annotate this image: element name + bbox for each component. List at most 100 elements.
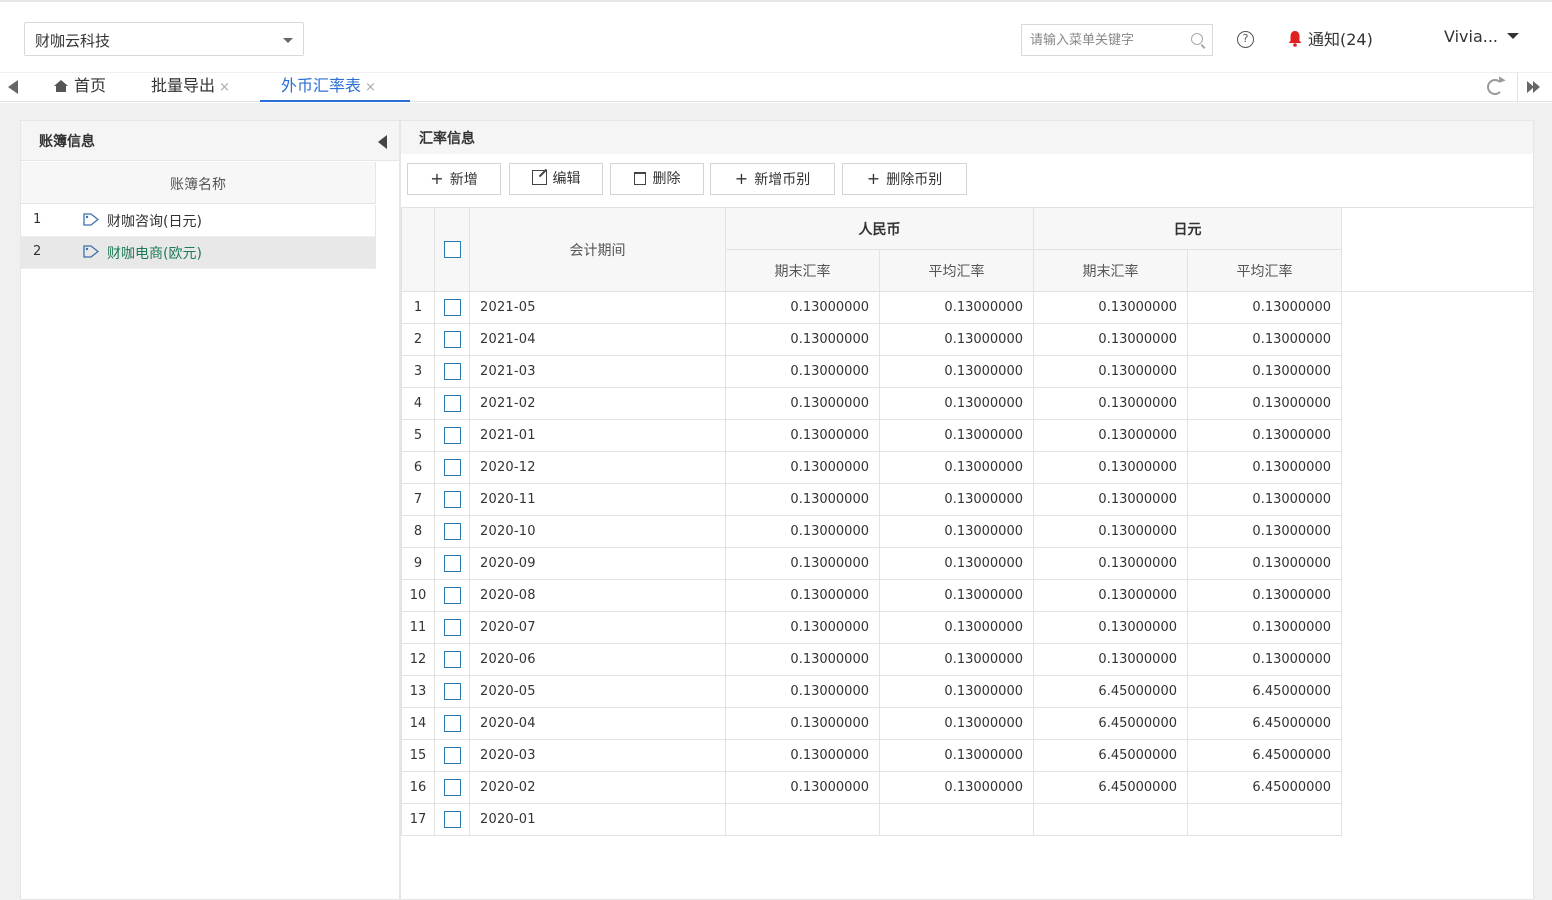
jpy-end-rate-cell[interactable]: 0.13000000 xyxy=(1033,323,1188,356)
table-row[interactable]: 16 2020-02 0.13000000 0.13000000 6.45000000 6… xyxy=(401,771,1342,804)
period-cell[interactable]: 2021-05 xyxy=(469,291,726,324)
table-row[interactable]: 12 2020-06 0.13000000 0.13000000 0.13000000 0… xyxy=(401,643,1342,676)
table-row[interactable]: 14 2020-04 0.13000000 0.13000000 6.45000000 6… xyxy=(401,707,1342,740)
cny-avg-rate-cell[interactable] xyxy=(879,803,1034,836)
table-row[interactable]: 11 2020-07 0.13000000 0.13000000 0.13000000 0… xyxy=(401,611,1342,644)
table-row[interactable]: 4 2021-02 0.13000000 0.13000000 0.13000000 0.… xyxy=(401,387,1342,420)
row-checkbox[interactable] xyxy=(443,555,461,572)
ledger-item[interactable]: 2 财咖电商(欧元) xyxy=(21,237,376,269)
row-checkbox[interactable] xyxy=(443,683,461,700)
jpy-avg-rate-cell[interactable]: 0.13000000 xyxy=(1187,291,1342,324)
row-number[interactable]: 9 xyxy=(401,547,435,580)
cny-avg-rate-cell[interactable]: 0.13000000 xyxy=(879,323,1034,356)
row-number[interactable]: 4 xyxy=(401,387,435,420)
row-number[interactable]: 16 xyxy=(401,771,435,804)
tab-batch-export[interactable]: 批量导出 × xyxy=(151,73,230,102)
period-cell[interactable]: 2021-03 xyxy=(469,355,726,388)
jpy-end-rate-cell[interactable]: 6.45000000 xyxy=(1033,771,1188,804)
jpy-end-rate-cell[interactable]: 0.13000000 xyxy=(1033,611,1188,644)
row-number[interactable]: 1 xyxy=(401,291,435,324)
jpy-end-rate-cell[interactable]: 0.13000000 xyxy=(1033,483,1188,516)
table-row[interactable]: 3 2021-03 0.13000000 0.13000000 0.13000000 0.… xyxy=(401,355,1342,388)
jpy-avg-rate-cell[interactable]: 0.13000000 xyxy=(1187,611,1342,644)
column-header-period[interactable]: 会计期间 xyxy=(469,207,726,292)
user-menu[interactable]: Vivia... xyxy=(1444,27,1520,46)
row-number[interactable]: 5 xyxy=(401,419,435,452)
jpy-end-rate-cell[interactable]: 0.13000000 xyxy=(1033,451,1188,484)
row-number[interactable]: 3 xyxy=(401,355,435,388)
jpy-avg-rate-cell[interactable]: 6.45000000 xyxy=(1187,771,1342,804)
cny-end-rate-cell[interactable]: 0.13000000 xyxy=(725,515,880,548)
period-cell[interactable]: 2021-01 xyxy=(469,419,726,452)
row-checkbox[interactable] xyxy=(443,427,461,444)
delete-button[interactable]: 删除 xyxy=(610,163,704,195)
select-all-checkbox[interactable] xyxy=(443,241,461,258)
row-checkbox[interactable] xyxy=(443,299,461,316)
cny-end-rate-cell[interactable]: 0.13000000 xyxy=(725,707,880,740)
jpy-avg-rate-cell[interactable]: 0.13000000 xyxy=(1187,355,1342,388)
row-checkbox[interactable] xyxy=(443,523,461,540)
cny-end-rate-cell[interactable]: 0.13000000 xyxy=(725,611,880,644)
jpy-end-rate-cell[interactable]: 0.13000000 xyxy=(1033,419,1188,452)
cny-end-rate-cell[interactable]: 0.13000000 xyxy=(725,739,880,772)
cny-end-rate-cell[interactable]: 0.13000000 xyxy=(725,579,880,612)
row-checkbox[interactable] xyxy=(443,587,461,604)
jpy-end-rate-cell[interactable]: 6.45000000 xyxy=(1033,675,1188,708)
refresh-icon[interactable] xyxy=(1487,79,1503,95)
period-cell[interactable]: 2020-06 xyxy=(469,643,726,676)
search-input[interactable] xyxy=(1022,25,1182,55)
row-number[interactable]: 10 xyxy=(401,579,435,612)
table-row[interactable]: 15 2020-03 0.13000000 0.13000000 6.45000000 6… xyxy=(401,739,1342,772)
row-number[interactable]: 14 xyxy=(401,707,435,740)
cny-end-rate-cell[interactable]: 0.13000000 xyxy=(725,771,880,804)
edit-button[interactable]: 编辑 xyxy=(509,163,603,195)
row-checkbox[interactable] xyxy=(443,651,461,668)
cny-avg-rate-cell[interactable]: 0.13000000 xyxy=(879,547,1034,580)
period-cell[interactable]: 2020-09 xyxy=(469,547,726,580)
cny-avg-rate-cell[interactable]: 0.13000000 xyxy=(879,387,1034,420)
jpy-avg-rate-cell[interactable]: 0.13000000 xyxy=(1187,643,1342,676)
tab-next-icon[interactable] xyxy=(1527,81,1543,93)
period-cell[interactable]: 2020-08 xyxy=(469,579,726,612)
add-currency-button[interactable]: + 新增币别 xyxy=(710,163,835,195)
column-header-cny-end-rate[interactable]: 期末汇率 xyxy=(725,249,880,292)
period-cell[interactable]: 2020-10 xyxy=(469,515,726,548)
tab-home[interactable]: 首页 xyxy=(54,73,106,102)
period-cell[interactable]: 2020-03 xyxy=(469,739,726,772)
jpy-avg-rate-cell[interactable]: 0.13000000 xyxy=(1187,419,1342,452)
period-cell[interactable]: 2020-11 xyxy=(469,483,726,516)
jpy-end-rate-cell[interactable]: 0.13000000 xyxy=(1033,291,1188,324)
row-checkbox[interactable] xyxy=(443,779,461,796)
jpy-avg-rate-cell[interactable]: 0.13000000 xyxy=(1187,579,1342,612)
cny-end-rate-cell[interactable]: 0.13000000 xyxy=(725,547,880,580)
row-checkbox[interactable] xyxy=(443,395,461,412)
table-row[interactable]: 13 2020-05 0.13000000 0.13000000 6.45000000 6… xyxy=(401,675,1342,708)
row-number[interactable]: 17 xyxy=(401,803,435,836)
column-header-jpy-avg-rate[interactable]: 平均汇率 xyxy=(1187,249,1342,292)
row-checkbox[interactable] xyxy=(443,811,461,828)
jpy-end-rate-cell[interactable]: 6.45000000 xyxy=(1033,707,1188,740)
row-number[interactable]: 7 xyxy=(401,483,435,516)
table-row[interactable]: 17 2020-01 xyxy=(401,803,1342,836)
tab-exchange-rate[interactable]: 外币汇率表 × xyxy=(260,73,410,102)
period-cell[interactable]: 2020-04 xyxy=(469,707,726,740)
jpy-avg-rate-cell[interactable] xyxy=(1187,803,1342,836)
jpy-avg-rate-cell[interactable]: 6.45000000 xyxy=(1187,707,1342,740)
cny-end-rate-cell[interactable]: 0.13000000 xyxy=(725,291,880,324)
jpy-avg-rate-cell[interactable]: 0.13000000 xyxy=(1187,515,1342,548)
period-cell[interactable]: 2020-07 xyxy=(469,611,726,644)
jpy-avg-rate-cell[interactable]: 0.13000000 xyxy=(1187,547,1342,580)
jpy-end-rate-cell[interactable]: 0.13000000 xyxy=(1033,355,1188,388)
jpy-avg-rate-cell[interactable]: 0.13000000 xyxy=(1187,483,1342,516)
row-checkbox[interactable] xyxy=(443,491,461,508)
cny-avg-rate-cell[interactable]: 0.13000000 xyxy=(879,771,1034,804)
cny-avg-rate-cell[interactable]: 0.13000000 xyxy=(879,579,1034,612)
cny-avg-rate-cell[interactable]: 0.13000000 xyxy=(879,707,1034,740)
close-icon[interactable]: × xyxy=(365,80,376,95)
row-checkbox[interactable] xyxy=(443,619,461,636)
jpy-avg-rate-cell[interactable]: 6.45000000 xyxy=(1187,675,1342,708)
row-number[interactable]: 11 xyxy=(401,611,435,644)
period-cell[interactable]: 2020-05 xyxy=(469,675,726,708)
jpy-end-rate-cell[interactable]: 0.13000000 xyxy=(1033,547,1188,580)
jpy-avg-rate-cell[interactable]: 0.13000000 xyxy=(1187,387,1342,420)
